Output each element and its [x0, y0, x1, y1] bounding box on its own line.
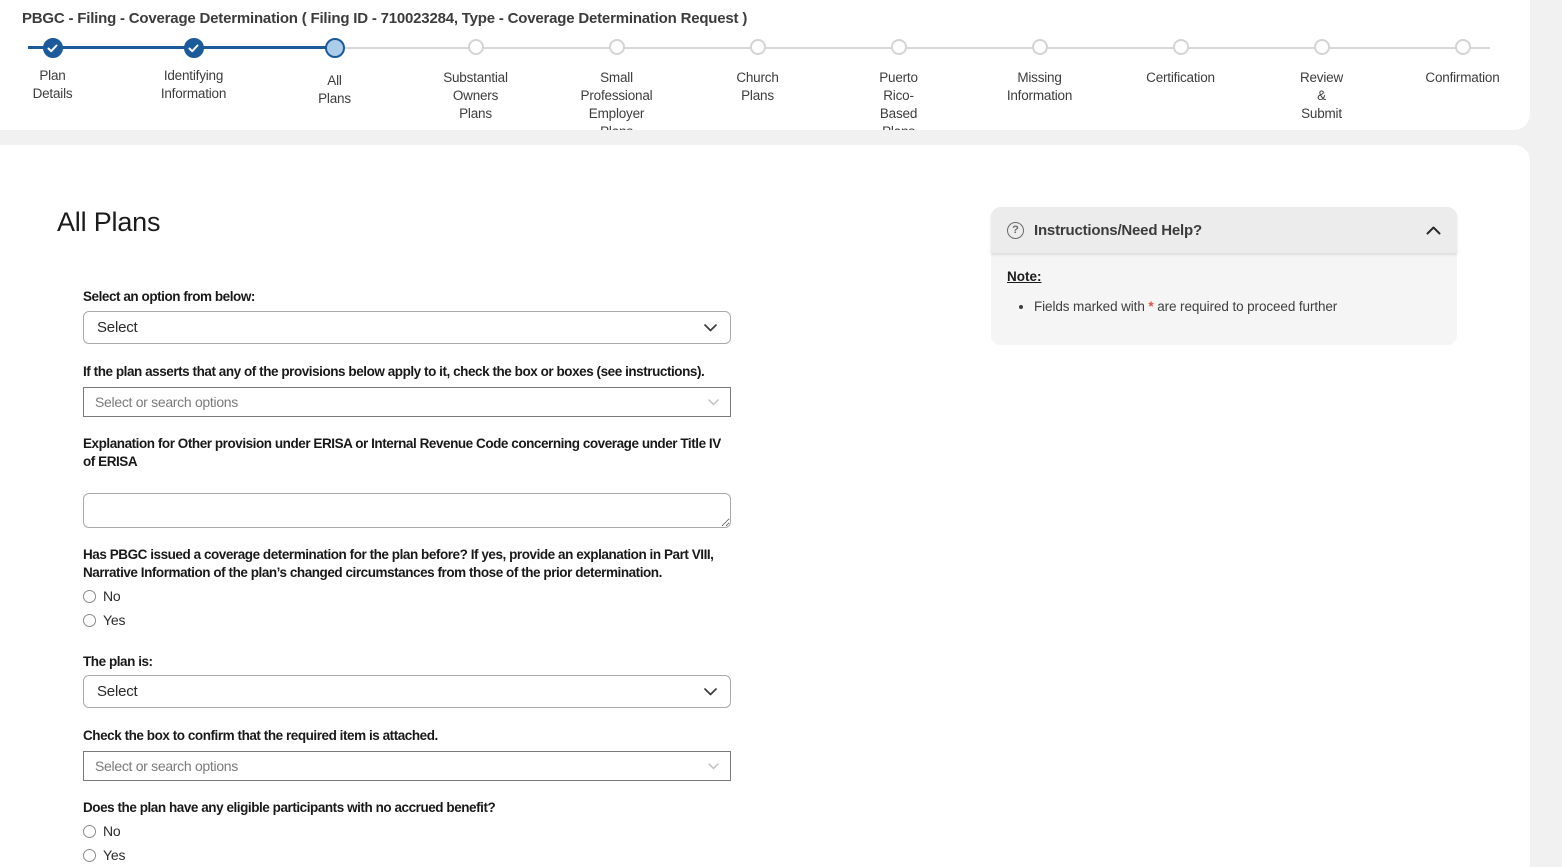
step-completed-circle[interactable] — [184, 38, 204, 58]
stepper-step-9: Certification — [1110, 38, 1251, 87]
stepper-step-4: Substantial Owners Plans — [405, 38, 546, 123]
plan-is-label: The plan is: — [83, 653, 783, 671]
step-circle — [1173, 39, 1189, 55]
help-circle-icon: ? — [1007, 222, 1024, 239]
stepper-step-8: Missing Information — [969, 38, 1110, 105]
chevron-up-icon[interactable] — [1426, 226, 1441, 235]
radio-no-label: No — [103, 823, 121, 839]
chevron-down-icon — [704, 324, 717, 332]
step-completed-circle[interactable] — [43, 38, 63, 58]
instructions-panel-header[interactable]: ? Instructions/Need Help? — [991, 207, 1457, 253]
radio-yes[interactable] — [83, 849, 96, 862]
step-active-circle[interactable] — [325, 38, 345, 58]
explanation-textarea[interactable] — [83, 493, 731, 528]
explanation-label: Explanation for Other provision under ER… — [83, 435, 783, 471]
header-card: PBGC - Filing - Coverage Determination (… — [0, 0, 1530, 130]
step-label: Church Plans — [687, 69, 828, 105]
stepper-step-2[interactable]: Identifying Information — [123, 38, 264, 103]
prior-determination-label: Has PBGC issued a coverage determination… — [83, 546, 783, 582]
plan-is-select-value: Select — [97, 683, 138, 700]
step-label: Plan Details — [0, 67, 123, 103]
option-select-value: Select — [97, 319, 138, 336]
plan-is-select[interactable]: Select — [83, 675, 731, 708]
page-title: PBGC - Filing - Coverage Determination (… — [22, 10, 747, 27]
option-select-label: Select an option from below: — [83, 288, 783, 306]
provisions-label: If the plan asserts that any of the prov… — [83, 363, 783, 381]
required-item-label: Check the box to confirm that the requir… — [83, 727, 783, 745]
step-circle — [468, 39, 484, 55]
chevron-down-icon — [704, 688, 717, 696]
step-label: Substantial Owners Plans — [405, 69, 546, 123]
step-label: Review & Submit — [1251, 69, 1392, 123]
stepper-step-5: Small Professional Employer Plans — [546, 38, 687, 130]
radio-yes[interactable] — [83, 614, 96, 627]
radio-no[interactable] — [83, 590, 96, 603]
eligible-participants-no-option[interactable]: No — [83, 823, 121, 839]
step-label: Certification — [1110, 69, 1251, 87]
chevron-down-icon — [708, 399, 719, 406]
instructions-panel-title: Instructions/Need Help? — [1034, 222, 1202, 239]
eligible-participants-label: Does the plan have any eligible particip… — [83, 799, 783, 817]
step-label: Puerto Rico- Based Plans — [828, 69, 969, 130]
required-item-multiselect[interactable]: Select or search options — [83, 751, 731, 781]
content-card: All Plans Select an option from below: S… — [0, 145, 1530, 867]
instructions-panel-body: Note: Fields marked with * are required … — [991, 253, 1457, 314]
option-select[interactable]: Select — [83, 311, 731, 344]
step-circle — [1455, 39, 1471, 55]
prior-determination-no-option[interactable]: No — [83, 588, 121, 604]
note-item: Fields marked with * are required to pro… — [1034, 299, 1441, 314]
step-label: Identifying Information — [123, 67, 264, 103]
note-label: Note: — [1007, 269, 1042, 284]
required-item-placeholder: Select or search options — [95, 758, 238, 774]
stepper-step-7: Puerto Rico- Based Plans — [828, 38, 969, 130]
stepper: Plan DetailsIdentifying InformationAll P… — [0, 38, 1530, 130]
step-circle — [1032, 39, 1048, 55]
step-label: Missing Information — [969, 69, 1110, 105]
stepper-step-6: Church Plans — [687, 38, 828, 105]
stepper-step-1[interactable]: Plan Details — [0, 38, 123, 103]
check-icon — [47, 44, 58, 53]
radio-no[interactable] — [83, 825, 96, 838]
provisions-placeholder: Select or search options — [95, 394, 238, 410]
radio-no-label: No — [103, 588, 121, 604]
stepper-step-3[interactable]: All Plans — [264, 38, 405, 108]
chevron-down-icon — [708, 763, 719, 770]
stepper-step-11: Confirmation — [1392, 38, 1530, 87]
eligible-participants-yes-option[interactable]: Yes — [83, 847, 125, 863]
prior-determination-yes-option[interactable]: Yes — [83, 612, 125, 628]
radio-yes-label: Yes — [103, 847, 125, 863]
step-label: All Plans — [264, 72, 405, 108]
step-circle — [750, 39, 766, 55]
step-circle — [609, 39, 625, 55]
radio-yes-label: Yes — [103, 612, 125, 628]
step-circle — [891, 39, 907, 55]
check-icon — [188, 44, 199, 53]
page-heading: All Plans — [57, 207, 160, 238]
step-label: Confirmation — [1392, 69, 1530, 87]
stepper-step-10: Review & Submit — [1251, 38, 1392, 123]
note-list: Fields marked with * are required to pro… — [1007, 299, 1441, 314]
step-label: Small Professional Employer Plans — [546, 69, 687, 130]
provisions-multiselect[interactable]: Select or search options — [83, 387, 731, 417]
step-circle — [1314, 39, 1330, 55]
instructions-panel: ? Instructions/Need Help? Note: Fields m… — [991, 207, 1457, 345]
